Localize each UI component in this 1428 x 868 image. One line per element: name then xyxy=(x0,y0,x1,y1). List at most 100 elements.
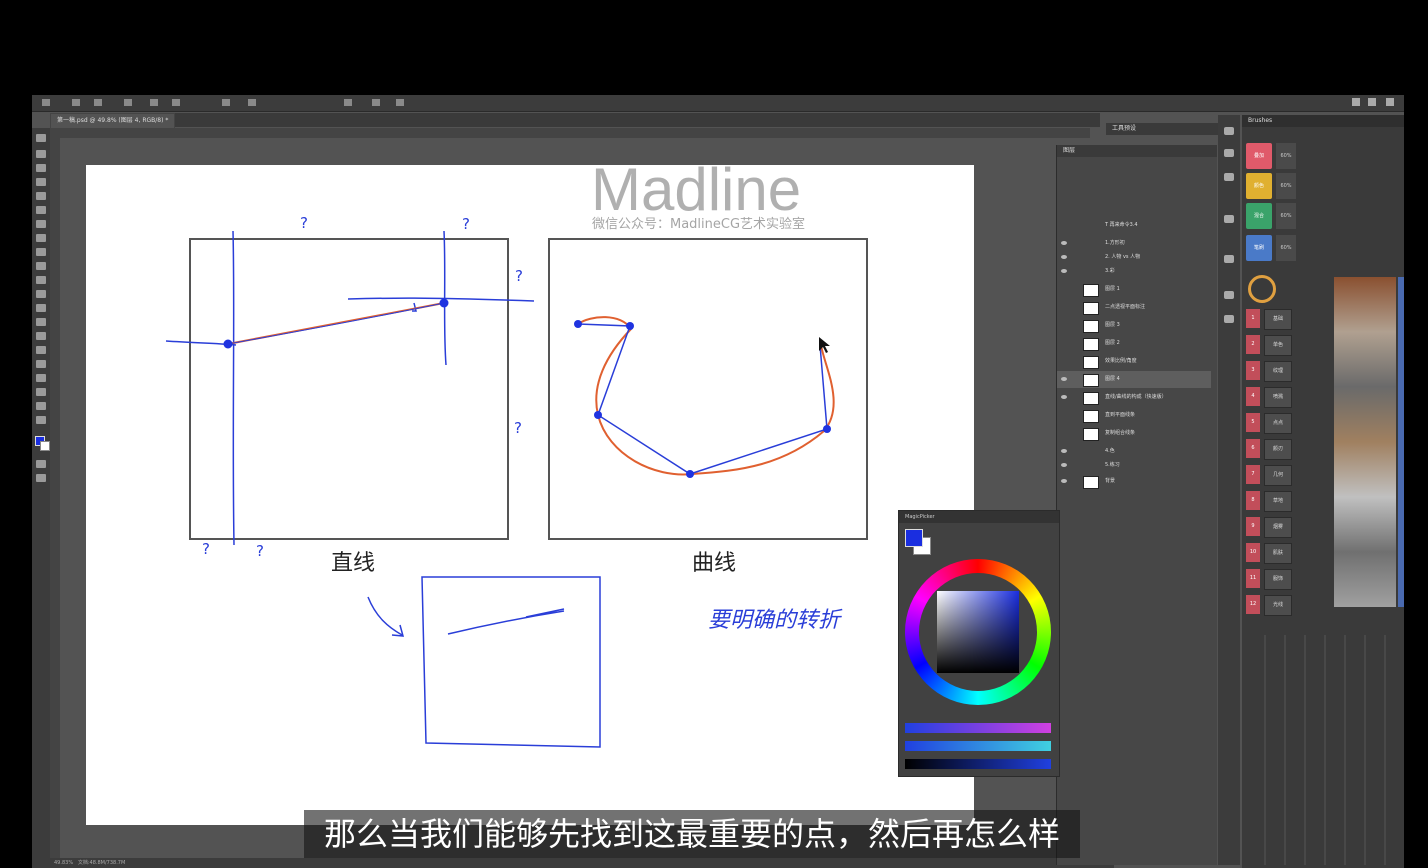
pen-tool-icon[interactable] xyxy=(36,332,46,340)
eyedropper-icon[interactable] xyxy=(36,206,46,214)
share-icon[interactable] xyxy=(1386,98,1394,106)
document-tab[interactable]: 第一稿.psd @ 49.8% (图层 4, RGB/8) * xyxy=(50,113,176,128)
eye-icon[interactable] xyxy=(1061,463,1067,467)
move-tool-icon[interactable] xyxy=(36,134,46,142)
layer-row-selected[interactable]: 图层 4 xyxy=(1057,371,1211,388)
brushes-tab[interactable]: Brushes xyxy=(1242,115,1404,127)
layer-row[interactable]: 复制组合线条 xyxy=(1057,425,1211,442)
brush-group-button[interactable]: 烟雾 xyxy=(1264,517,1292,538)
layer-row[interactable]: 效果比例/角度 xyxy=(1057,353,1211,370)
color-wheel-icon[interactable] xyxy=(1248,275,1276,303)
brush-group-number[interactable]: 5 xyxy=(1246,413,1260,432)
layer-row[interactable]: 5.练习 xyxy=(1057,457,1211,474)
brush-group-button[interactable]: 几何 xyxy=(1264,465,1292,486)
brush-settings-icon[interactable] xyxy=(1224,291,1234,299)
layer-row[interactable]: 3.彩 xyxy=(1057,263,1211,280)
eye-icon[interactable] xyxy=(1061,241,1067,245)
lasso-tool-icon[interactable] xyxy=(36,164,46,172)
quick-mask-icon[interactable] xyxy=(36,460,46,468)
layer-row[interactable]: T 再来命令3.4 xyxy=(1057,217,1211,234)
brush-group-number[interactable]: 4 xyxy=(1246,387,1260,406)
brush-group-button[interactable]: 基础 xyxy=(1264,309,1292,330)
brush-group-number[interactable]: 12 xyxy=(1246,595,1260,614)
distribute-icon[interactable] xyxy=(124,99,132,106)
layer-row[interactable]: 直线/曲线的构成（快速版） xyxy=(1057,389,1211,406)
layer-row[interactable]: 图层 1 xyxy=(1057,281,1211,298)
type-tool-icon[interactable] xyxy=(36,346,46,354)
layer-row[interactable]: 二点透视平面标注 xyxy=(1057,299,1211,316)
brush-group-button[interactable]: 点点 xyxy=(1264,413,1292,434)
eye-icon[interactable] xyxy=(1061,255,1067,259)
distribute-icon[interactable] xyxy=(150,99,158,106)
layers-icon[interactable] xyxy=(1224,149,1234,157)
more-tools-icon[interactable] xyxy=(36,416,46,424)
brush-group-number[interactable]: 1 xyxy=(1246,309,1260,328)
workspace-icon[interactable] xyxy=(1368,98,1376,106)
brush-group-button[interactable]: 喷溅 xyxy=(1264,387,1292,408)
magic-wand-icon[interactable] xyxy=(36,178,46,186)
healing-brush-icon[interactable] xyxy=(36,220,46,228)
document-canvas[interactable]: Madline 微信公众号：MadlineCG艺术实验室 ? ? ? ? ? ?… xyxy=(86,165,974,825)
brush-group-button[interactable]: 服饰 xyxy=(1264,569,1292,590)
search-icon[interactable] xyxy=(1352,98,1360,106)
history-brush-icon[interactable] xyxy=(36,262,46,270)
brush-group-number[interactable]: 7 xyxy=(1246,465,1260,484)
brush-mode-button[interactable]: 笔刷 xyxy=(1246,235,1272,261)
layer-row[interactable]: 图层 3 xyxy=(1057,317,1211,334)
brush-group-number[interactable]: 2 xyxy=(1246,335,1260,354)
move-tool-icon[interactable] xyxy=(42,99,50,106)
channels-icon[interactable] xyxy=(1224,315,1234,323)
3d-mode-icon[interactable] xyxy=(372,99,380,106)
tool-presets-tab[interactable]: 工具预设 xyxy=(1106,123,1222,135)
history-icon[interactable] xyxy=(1224,173,1234,181)
eye-icon[interactable] xyxy=(1061,479,1067,483)
screen-mode-icon[interactable] xyxy=(36,474,46,482)
hand-tool-icon[interactable] xyxy=(36,388,46,396)
brush-group-button[interactable]: 草地 xyxy=(1264,491,1292,512)
marquee-tool-icon[interactable] xyxy=(36,150,46,158)
value-slider[interactable] xyxy=(905,759,1051,769)
brush-group-button[interactable]: 颜刃 xyxy=(1264,439,1292,460)
brush-mode-button[interactable]: 叠加 xyxy=(1246,143,1272,169)
gradient-tool-icon[interactable] xyxy=(36,290,46,298)
saturation-square[interactable] xyxy=(937,591,1019,673)
background-color-swatch[interactable] xyxy=(40,441,50,451)
align-icon[interactable] xyxy=(94,99,102,106)
brush-group-button[interactable]: 光线 xyxy=(1264,595,1292,616)
distribute-icon[interactable] xyxy=(248,99,256,106)
layer-row[interactable]: 图层 2 xyxy=(1057,335,1211,352)
brush-group-number[interactable]: 11 xyxy=(1246,569,1260,588)
eraser-icon[interactable] xyxy=(36,276,46,284)
3d-mode-icon[interactable] xyxy=(396,99,404,106)
3d-mode-icon[interactable] xyxy=(344,99,352,106)
path-select-icon[interactable] xyxy=(36,360,46,368)
brush-group-button[interactable]: 纹理 xyxy=(1264,361,1292,382)
eye-icon[interactable] xyxy=(1061,395,1067,399)
brush-tool-icon[interactable] xyxy=(36,234,46,242)
clone-stamp-icon[interactable] xyxy=(36,248,46,256)
dodge-tool-icon[interactable] xyxy=(36,318,46,326)
distribute-icon[interactable] xyxy=(222,99,230,106)
eye-icon[interactable] xyxy=(1061,449,1067,453)
crop-tool-icon[interactable] xyxy=(36,192,46,200)
layers-tab[interactable]: 图层 xyxy=(1057,145,1217,157)
foreground-swatch[interactable] xyxy=(905,529,923,547)
brush-group-button[interactable]: 肌肤 xyxy=(1264,543,1292,564)
shape-tool-icon[interactable] xyxy=(36,374,46,382)
brush-mode-button[interactable]: 混合 xyxy=(1246,203,1272,229)
brush-mode-button[interactable]: 颜色 xyxy=(1246,173,1272,199)
character-icon[interactable] xyxy=(1224,215,1234,223)
brush-group-button[interactable]: 单色 xyxy=(1264,335,1292,356)
brush-group-number[interactable]: 3 xyxy=(1246,361,1260,380)
brush-group-number[interactable]: 6 xyxy=(1246,439,1260,458)
eye-icon[interactable] xyxy=(1061,377,1067,381)
brush-group-number[interactable]: 9 xyxy=(1246,517,1260,536)
layer-row[interactable]: 背景 xyxy=(1057,473,1211,490)
zoom-tool-icon[interactable] xyxy=(36,402,46,410)
brush-group-number[interactable]: 8 xyxy=(1246,491,1260,510)
adjust-icon[interactable] xyxy=(1224,127,1234,135)
saturation-slider[interactable] xyxy=(905,741,1051,751)
magicpicker-tab[interactable]: MagicPicker xyxy=(899,511,1059,523)
brush-group-number[interactable]: 10 xyxy=(1246,543,1260,562)
hue-slider[interactable] xyxy=(905,723,1051,733)
